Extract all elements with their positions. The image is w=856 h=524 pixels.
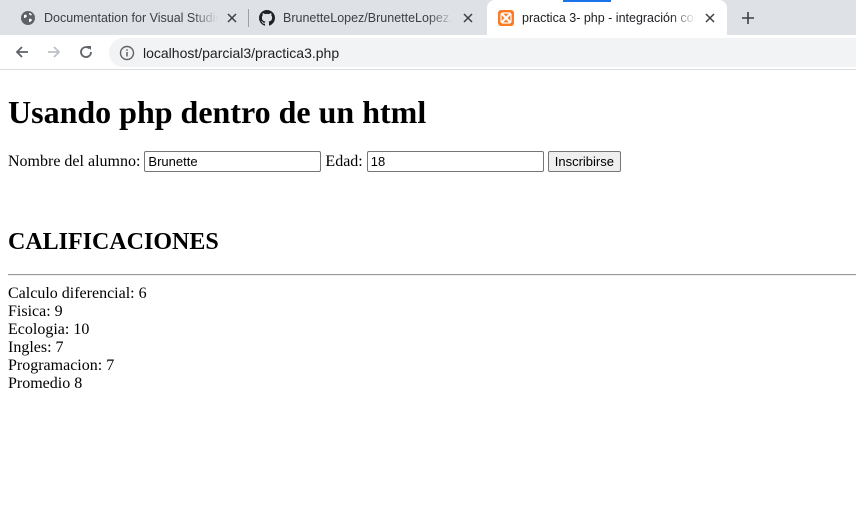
info-icon[interactable] xyxy=(119,45,135,61)
age-label: Edad: xyxy=(325,152,363,170)
grades-heading: CALIFICACIONES xyxy=(8,229,219,255)
tab-practica3[interactable]: practica 3- php - integración con xyxy=(487,0,727,35)
student-name-label: Nombre del alumno: xyxy=(8,152,141,170)
browser-toolbar: localhost/parcial3/practica3.php xyxy=(0,35,856,70)
tab-title: BrunetteLopez/BrunetteLopez.git xyxy=(283,10,454,25)
enrollment-form: Nombre del alumno: Edad: Inscribirse xyxy=(8,151,621,172)
tab-strip: Documentation for Visual Studio Brunette… xyxy=(0,0,856,35)
reload-icon xyxy=(80,46,92,58)
globe-icon xyxy=(20,10,36,26)
divider xyxy=(8,274,856,276)
age-field[interactable] xyxy=(366,151,544,172)
close-tab-icon[interactable] xyxy=(460,10,476,26)
new-tab-button[interactable] xyxy=(736,6,760,30)
arrow-right-icon xyxy=(48,46,61,58)
close-tab-icon[interactable] xyxy=(702,10,718,26)
average-line: Promedio 8 xyxy=(8,375,83,392)
reload-button[interactable] xyxy=(73,39,99,65)
grade-line: Programacion: 7 xyxy=(8,357,115,374)
student-name-field[interactable] xyxy=(144,151,322,172)
grades-list: Calculo diferencial: 6 Fisica: 9 Ecologi… xyxy=(8,285,147,393)
back-button[interactable] xyxy=(9,39,35,65)
github-icon xyxy=(259,9,275,26)
active-tab-indicator xyxy=(563,0,611,2)
grade-line: Fisica: 9 xyxy=(8,303,63,320)
grade-line: Calculo diferencial: 6 xyxy=(8,285,147,302)
grade-line: Ingles: 7 xyxy=(8,339,64,356)
tab-github[interactable]: BrunetteLopez/BrunetteLopez.git xyxy=(249,0,486,35)
enroll-button[interactable]: Inscribirse xyxy=(547,151,621,172)
arrow-left-icon xyxy=(15,46,28,58)
tab-title: practica 3- php - integración con xyxy=(522,10,696,25)
address-url: localhost/parcial3/practica3.php xyxy=(143,44,340,61)
forward-button[interactable] xyxy=(41,39,67,65)
close-tab-icon[interactable] xyxy=(224,10,240,26)
address-bar[interactable]: localhost/parcial3/practica3.php xyxy=(109,38,856,67)
page-title: Usando php dentro de un html xyxy=(8,94,427,130)
tab-documentation[interactable]: Documentation for Visual Studio xyxy=(8,0,248,35)
tab-title: Documentation for Visual Studio xyxy=(44,10,218,25)
xampp-icon xyxy=(498,9,514,26)
grade-line: Ecologia: 10 xyxy=(8,321,90,338)
page-content: Usando php dentro de un html Nombre del … xyxy=(0,71,856,524)
